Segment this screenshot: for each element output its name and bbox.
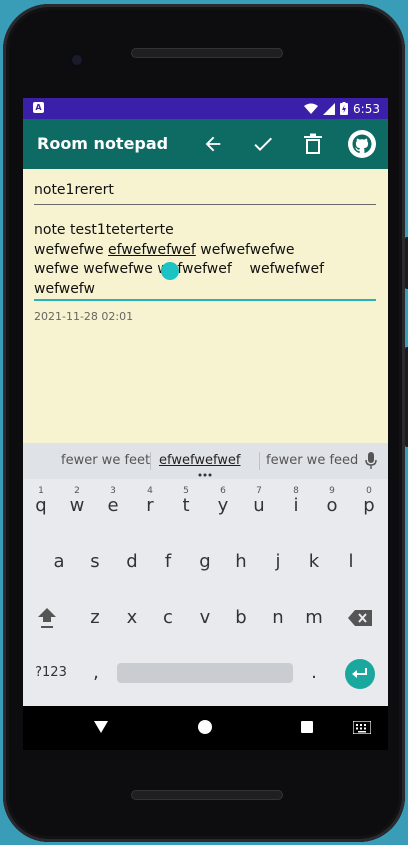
key-label: p (363, 495, 375, 516)
suggestion-divider (150, 452, 151, 470)
key-hint: 6 (220, 486, 226, 496)
symbols-key[interactable]: ?123 (31, 656, 71, 690)
check-icon[interactable] (250, 131, 276, 157)
key-label: q (35, 495, 47, 516)
suggestion-middle[interactable]: efwefwefwef (159, 453, 241, 468)
key-label: y (217, 495, 229, 516)
key-j[interactable]: j (263, 545, 293, 579)
status-time: 6:53 (353, 101, 380, 116)
body-word: wefwefwe (34, 241, 109, 258)
key-n[interactable]: n (263, 601, 293, 635)
key-c[interactable]: c (153, 601, 183, 635)
suggestion-right[interactable]: fewer we feed (266, 453, 358, 468)
suggestion-divider (259, 452, 260, 470)
body-word: wefwefwefwe (195, 241, 295, 258)
body-line-1: note test1teterterte (34, 222, 174, 238)
app-title: Room notepad (37, 134, 169, 153)
key-k[interactable]: k (299, 545, 329, 579)
screen: A 6:53 Room notepad note1rerert note tes… (23, 98, 388, 706)
keyboard-switch-icon[interactable] (353, 721, 371, 734)
key-label: w (69, 495, 85, 516)
status-icons: 6:53 (304, 98, 380, 119)
front-camera (69, 52, 85, 68)
key-i[interactable]: 8i (281, 486, 311, 523)
note-date: 2021-11-28 02:01 (34, 310, 134, 323)
key-w[interactable]: 2w (62, 486, 92, 523)
soft-keyboard: fewer we feet efwefwefwef fewer we feed … (23, 443, 388, 706)
period-key[interactable]: . (299, 656, 329, 690)
note-title-input[interactable]: note1rerert (34, 182, 114, 198)
status-bar: A 6:53 (23, 98, 388, 119)
key-v[interactable]: v (190, 601, 220, 635)
key-r[interactable]: 4r (135, 486, 165, 523)
body-underline (34, 299, 376, 301)
key-m[interactable]: m (299, 601, 329, 635)
key-hint: 8 (293, 486, 299, 496)
key-l[interactable]: l (336, 545, 366, 579)
key-hint: 4 (147, 486, 153, 496)
key-d[interactable]: d (117, 545, 147, 579)
title-underline (34, 204, 376, 205)
backspace-icon[interactable] (345, 601, 375, 635)
enter-icon[interactable] (345, 659, 375, 689)
navigation-bar (23, 706, 388, 750)
key-hint: 3 (110, 486, 116, 496)
microphone-icon[interactable] (365, 452, 377, 470)
bottom-speaker (131, 790, 283, 800)
key-hint: 0 (366, 486, 372, 496)
body-line-3: wefwe wefwefwe wefwefwef wefwefwef (34, 261, 325, 277)
key-hint: 5 (183, 486, 189, 496)
key-x[interactable]: x (117, 601, 147, 635)
home-icon[interactable] (198, 720, 212, 734)
app-bar: Room notepad (23, 119, 388, 169)
wifi-icon (304, 103, 319, 114)
key-label: e (107, 495, 119, 516)
key-e[interactable]: 3e (98, 486, 128, 523)
key-h[interactable]: h (226, 545, 256, 579)
github-icon[interactable] (347, 129, 377, 159)
key-hint: 2 (74, 486, 80, 496)
key-q[interactable]: 1q (26, 486, 56, 523)
key-u[interactable]: 7u (244, 486, 274, 523)
key-y[interactable]: 6y (208, 486, 238, 523)
key-hint: 7 (256, 486, 262, 496)
key-hint: 9 (329, 486, 335, 496)
key-hint: 1 (38, 486, 44, 496)
key-f[interactable]: f (153, 545, 183, 579)
back-arrow-icon[interactable] (200, 131, 226, 157)
note-body-input[interactable]: note test1teterterte wefwefwe efwefwefwe… (34, 221, 379, 299)
top-speaker (131, 48, 283, 58)
composing-word: efwefwefwef (108, 241, 196, 258)
key-s[interactable]: s (80, 545, 110, 579)
key-g[interactable]: g (190, 545, 220, 579)
notification-a-icon: A (33, 102, 44, 113)
comma-key[interactable]: , (81, 656, 111, 690)
trash-icon[interactable] (300, 131, 326, 157)
key-b[interactable]: b (226, 601, 256, 635)
key-o[interactable]: 9o (317, 486, 347, 523)
signal-icon (323, 102, 336, 115)
body-line-2: wefwefwe efwefwefwef wefwefwefwe (34, 241, 379, 261)
key-label: t (182, 495, 190, 516)
key-label: i (293, 495, 299, 516)
space-key[interactable] (117, 663, 293, 683)
shift-icon[interactable] (32, 601, 62, 635)
key-a[interactable]: a (44, 545, 74, 579)
text-cursor-handle[interactable] (161, 262, 179, 280)
key-p[interactable]: 0p (354, 486, 384, 523)
back-triangle-icon[interactable] (94, 721, 108, 733)
more-suggestions-icon[interactable] (198, 473, 212, 477)
body-line-4: wefwefw (34, 280, 95, 297)
battery-charging-icon (340, 102, 349, 115)
key-label: o (326, 495, 338, 516)
key-label: u (253, 495, 265, 516)
suggestion-strip: fewer we feet efwefwefwef fewer we feed (23, 443, 388, 479)
key-t[interactable]: 5t (171, 486, 201, 523)
key-label: r (146, 495, 154, 516)
key-z[interactable]: z (80, 601, 110, 635)
suggestion-left[interactable]: fewer we feet (61, 453, 150, 468)
recents-icon[interactable] (301, 721, 313, 733)
